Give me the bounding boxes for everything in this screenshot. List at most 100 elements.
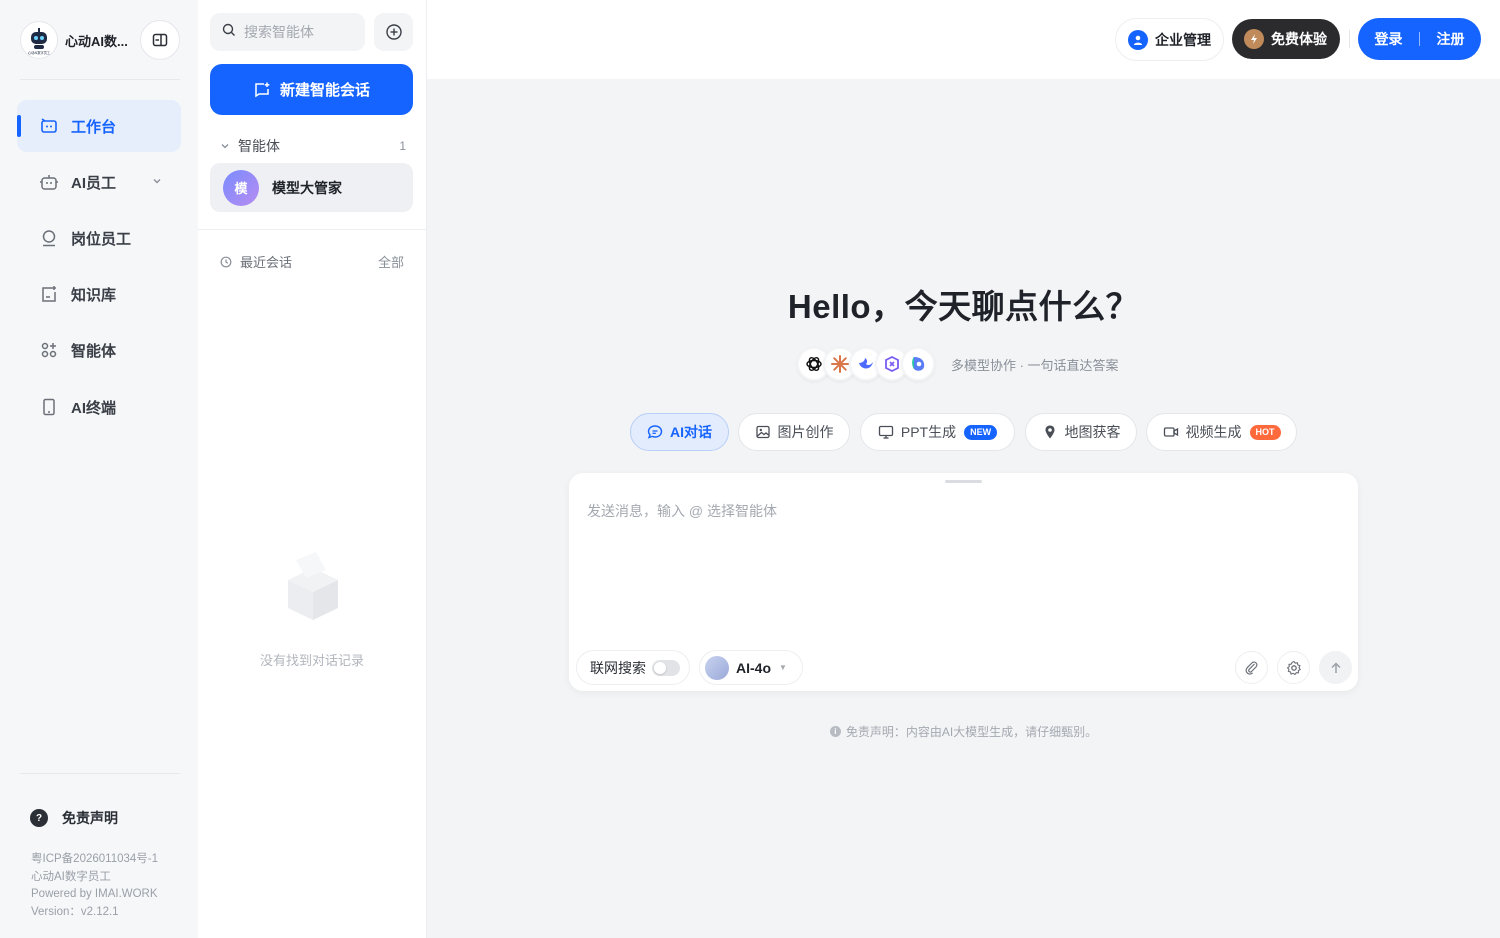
info-icon: i (829, 726, 841, 737)
doubao-icon (901, 347, 935, 381)
tablet-icon (39, 397, 59, 417)
plus-circle-icon (385, 24, 402, 40)
nav-label: 工作台 (71, 118, 117, 136)
nav-item-agents[interactable]: 智能体 (17, 324, 181, 376)
recent-all-link[interactable]: 全部 (378, 252, 404, 271)
brand[interactable]: 心动AI数字员工 心动AI数... (20, 20, 180, 60)
empty-state-text: 没有找到对话记录 (259, 653, 364, 668)
send-button[interactable] (1319, 651, 1352, 684)
model-label: AI-4o (736, 659, 771, 676)
nav-item-ai-terminal[interactable]: AI终端 (17, 381, 181, 433)
nav-label: 智能体 (71, 342, 117, 360)
agents-section-header[interactable]: 智能体 1 (220, 136, 406, 156)
nav-label: 岗位员工 (71, 230, 132, 248)
recent-label: 最近会话 (240, 255, 293, 270)
chevron-down-icon (151, 174, 163, 191)
tab-video-generation[interactable]: 视频生成 HOT (1146, 413, 1297, 451)
sidebar-toggle-icon (152, 33, 168, 47)
legal-text: 免责声明：内容由AI大模型生成，请仔细甄别。 (845, 725, 1098, 739)
new-badge: NEW (964, 424, 998, 440)
nav-item-knowledge-base[interactable]: 知识库 (17, 268, 181, 320)
arrow-up-icon (1330, 661, 1341, 673)
free-trial-button[interactable]: 免费体验 (1232, 19, 1340, 59)
web-search-toggle[interactable]: 联网搜索 (576, 650, 690, 685)
tab-map-leads[interactable]: 地图获客 (1025, 413, 1137, 451)
lightning-icon (1244, 29, 1264, 49)
nav-divider (20, 79, 180, 80)
new-chat-icon (253, 81, 271, 99)
tab-label: PPT生成 (900, 424, 957, 440)
models-tagline: 多模型协作 · 一句话直达答案 (951, 357, 1119, 373)
agent-panel: 新建智能会话 智能体 1 模 模型大管家 最近会话 全部 没有找到对话记录 (198, 0, 427, 938)
monitor-icon (878, 424, 894, 440)
map-pin-icon (1042, 424, 1058, 440)
message-input[interactable] (587, 501, 1337, 621)
nav-label: AI员工 (71, 174, 117, 192)
person-icon (39, 228, 59, 248)
new-chat-button[interactable]: 新建智能会话 (210, 64, 413, 115)
nav-label: AI终端 (71, 399, 117, 417)
agents-grid-icon (39, 340, 59, 360)
chevron-down-icon (220, 141, 230, 151)
add-agent-button[interactable] (374, 13, 413, 51)
model-icons-row: 多模型协作 · 一句话直达答案 (797, 347, 1119, 381)
enterprise-label: 企业管理 (1155, 31, 1211, 48)
legal-notice: i 免责声明：内容由AI大模型生成，请仔细甄别。 (427, 723, 1500, 740)
robot-logo-icon: 心动AI数字员工 (20, 21, 58, 59)
disclaimer-label: 免责声明 (62, 810, 118, 826)
icp-text: 粤ICP备2026011034号-1 (31, 853, 158, 865)
version-text: Version：v2.12.1 (31, 905, 119, 918)
caret-down-icon: ▼ (779, 663, 787, 672)
search-icon (222, 23, 236, 42)
tab-ppt-generation[interactable]: PPT生成 NEW (860, 413, 1015, 451)
search-input[interactable] (244, 24, 354, 40)
knowledge-icon (39, 284, 59, 304)
agent-item[interactable]: 模 模型大管家 (210, 163, 413, 212)
agent-search[interactable] (210, 13, 365, 51)
collapse-sidebar-button[interactable] (140, 20, 180, 60)
new-chat-label: 新建智能会话 (279, 82, 370, 99)
empty-box-icon (268, 540, 358, 630)
nav-label: 知识库 (71, 286, 117, 304)
attach-button[interactable] (1235, 651, 1268, 684)
web-search-switch[interactable] (652, 659, 680, 676)
paperclip-icon (1245, 661, 1258, 675)
tab-image-creation[interactable]: 图片创作 (738, 413, 850, 451)
agent-avatar: 模 (223, 169, 259, 206)
login-button[interactable]: 登录 (1358, 29, 1419, 49)
resize-handle[interactable] (945, 480, 982, 483)
settings-button[interactable] (1277, 651, 1310, 684)
greeting-title: Hello，今天聊点什么？ (787, 288, 1140, 325)
product-text: 心动AI数字员工 (31, 870, 111, 883)
topbar-separator (1349, 30, 1350, 48)
user-icon (1128, 29, 1148, 50)
register-button[interactable]: 注册 (1420, 29, 1481, 49)
nav-item-position-staff[interactable]: 岗位员工 (17, 212, 181, 264)
agents-section-label: 智能体 (238, 138, 280, 154)
app-name: 心动AI数... (65, 33, 128, 49)
chat-icon (647, 424, 663, 440)
top-bar: 企业管理 免费体验 登录 注册 (427, 0, 1500, 79)
hot-badge: HOT (1249, 424, 1281, 440)
model-selector[interactable]: AI-4o ▼ (699, 650, 803, 685)
auth-button-group: 登录 注册 (1358, 18, 1481, 60)
disclaimer-link[interactable]: ? 免责声明 (30, 808, 118, 828)
tab-label: 地图获客 (1064, 424, 1121, 440)
clock-icon (220, 256, 232, 268)
tab-label: 图片创作 (777, 424, 834, 440)
panel-divider (198, 229, 426, 230)
workbench-icon (39, 116, 59, 136)
question-icon: ? (30, 809, 48, 827)
footer-info: 粤ICP备2026011034号-1 心动AI数字员工 Powered by I… (31, 851, 158, 921)
nav-divider (20, 773, 180, 774)
tab-ai-chat[interactable]: AI对话 (630, 413, 729, 451)
image-icon (755, 424, 771, 440)
robot-icon (39, 172, 59, 192)
nav-item-ai-staff[interactable]: AI员工 (17, 156, 181, 208)
model-avatar (705, 655, 729, 680)
tab-label: 视频生成 (1185, 424, 1242, 440)
enterprise-button[interactable]: 企业管理 (1115, 18, 1224, 61)
video-icon (1163, 424, 1179, 440)
left-nav: 心动AI数字员工 心动AI数... 工作台 AI员工 岗位员工 知识库 智能体 … (0, 0, 198, 938)
nav-item-workbench[interactable]: 工作台 (17, 100, 181, 152)
